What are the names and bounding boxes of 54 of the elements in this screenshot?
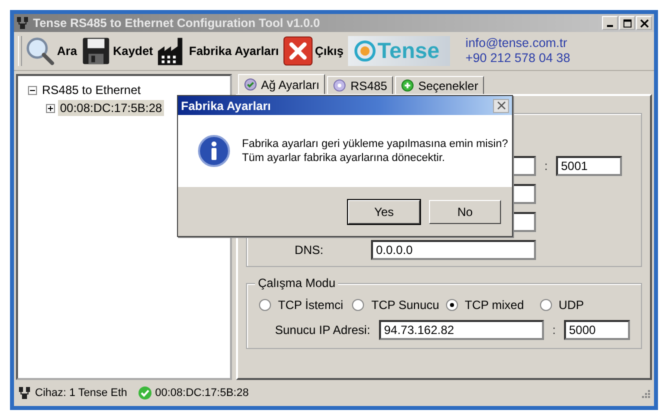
company-logo: Tense (348, 36, 450, 66)
input-field[interactable]: 0.0.0.0 (371, 240, 536, 260)
tab[interactable]: Ağ Ayarları (238, 74, 326, 94)
radio-icon[interactable] (540, 299, 552, 311)
server-ip-field[interactable]: 94.73.162.82 (379, 320, 544, 340)
radio-icon[interactable] (446, 299, 458, 311)
network-icon (16, 16, 30, 30)
tree-toggle-icon[interactable] (46, 104, 55, 112)
radio-option[interactable]: UDP (540, 298, 633, 312)
radio-icon[interactable] (259, 299, 271, 311)
save-button[interactable]: Kaydet (81, 36, 158, 66)
exit-button[interactable]: Çıkış (282, 36, 348, 66)
maximize-icon (622, 18, 632, 28)
radio-option[interactable]: TCP mixed (446, 298, 536, 312)
contact-text: +90 212 578 04 38 (466, 51, 570, 66)
field-label: DNS: (294, 243, 324, 257)
group-title: Çalışma Modu (255, 276, 338, 290)
field-label: Sunucu IP Adresi: (275, 323, 372, 337)
info-icon (198, 135, 230, 167)
port-separator: : (543, 159, 549, 173)
tree-item[interactable]: RS485 to Ethernet (40, 82, 143, 98)
factory-button[interactable]: Fabrika Ayarları (157, 36, 283, 66)
port-field[interactable]: 5001 (556, 156, 622, 176)
close-icon (640, 18, 648, 28)
exit-icon (282, 36, 313, 66)
magnifier-icon (25, 36, 55, 66)
tab[interactable]: RS485 (327, 76, 394, 94)
dialog-button[interactable]: No (429, 200, 501, 224)
dialog-message: Fabrika ayarları geri yükleme yapılmasına emin misin? (242, 137, 508, 151)
dialog-button[interactable]: Yes (348, 200, 420, 224)
radio-option[interactable]: TCP İstemci (259, 298, 352, 312)
radio-icon[interactable] (352, 299, 364, 311)
minimize-icon (607, 25, 613, 27)
tab[interactable]: Seçenekler (395, 76, 484, 94)
device-count: Cihaz: 1 Tense Eth (35, 387, 128, 399)
minimize-button[interactable] (602, 16, 618, 30)
tree-toggle-icon[interactable] (28, 86, 37, 94)
maximize-button[interactable] (619, 16, 635, 30)
close-icon (496, 101, 506, 110)
device-mac: 00:08:DC:17:5B:28 (155, 387, 249, 399)
dialog-title: Fabrika Ayarları (181, 98, 272, 112)
plus-icon (401, 79, 414, 92)
window-title: Tense RS485 to Ethernet Configuration Tool v1.0.0 (33, 16, 321, 30)
port-field[interactable]: 5000 (564, 320, 630, 340)
disc-icon (333, 79, 346, 92)
dialog-message: Tüm ayarlar fabrika ayarlarına dönecektir. (242, 151, 446, 165)
port-separator: : (551, 323, 557, 337)
radio-option[interactable]: TCP Sunucu (352, 298, 446, 312)
check-icon (244, 78, 257, 91)
tree-item[interactable]: 00:08:DC:17:5B:28 (58, 100, 164, 116)
contact-text: info@tense.com.tr (466, 36, 568, 51)
resize-grip-icon[interactable] (640, 388, 650, 398)
network-icon (18, 386, 32, 400)
search-button[interactable]: Ara (25, 36, 82, 66)
